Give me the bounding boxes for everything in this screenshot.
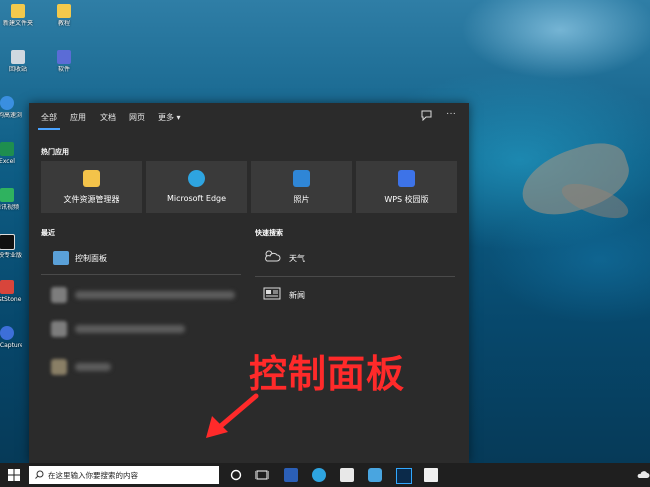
folder-icon xyxy=(57,4,71,18)
windows-start-icon[interactable] xyxy=(8,469,20,481)
divider xyxy=(255,276,455,277)
search-panel-tabs: 全部 应用 文档 网页 更多 ▾ ··· xyxy=(29,103,469,131)
tab-more[interactable]: 更多 ▾ xyxy=(158,112,181,123)
recent-title: 最近 xyxy=(41,229,55,237)
photos-icon xyxy=(293,170,310,187)
taskbar: 在这里输入你要搜索的内容 xyxy=(0,463,650,487)
recent-item-blurred[interactable] xyxy=(41,321,241,337)
weather-icon xyxy=(263,249,281,263)
weather-cloud-icon[interactable] xyxy=(636,469,650,479)
desktop-icon-tutorial[interactable]: 教程 xyxy=(44,4,84,28)
quick-search-label: 新闻 xyxy=(289,291,305,300)
top-app-label: 文件资源管理器 xyxy=(63,195,120,204)
active-tab-indicator xyxy=(38,128,60,130)
annotation-text: 控制面板 xyxy=(249,352,406,396)
desktop-icon-label: 软件 xyxy=(57,66,70,73)
desktop-icon-software[interactable]: 软件 xyxy=(44,50,84,74)
desktop-icon-label: Excel xyxy=(0,158,15,165)
recent-item-blurred[interactable] xyxy=(41,359,241,375)
feedback-icon[interactable] xyxy=(421,110,432,124)
taskbar-search-input[interactable]: 在这里输入你要搜索的内容 xyxy=(29,466,219,484)
desktop-icon-label: 回收站 xyxy=(8,66,27,73)
desktop-icon-label: EVCapture 快捷方式 xyxy=(0,342,22,349)
blurred-file-icon xyxy=(51,359,67,375)
divider xyxy=(41,274,241,275)
blurred-text xyxy=(75,291,235,299)
search-placeholder: 在这里输入你要搜索的内容 xyxy=(48,471,138,480)
top-app-microsoft-edge[interactable]: Microsoft Edge xyxy=(146,161,247,213)
desktop-icon-label: 教程 xyxy=(57,20,70,27)
folder-icon xyxy=(11,4,25,18)
annotation-arrow-icon xyxy=(206,393,259,438)
edge-icon xyxy=(188,170,205,187)
desktop-icon-tencent-video[interactable]: 腾讯视频 xyxy=(0,188,22,212)
tab-web[interactable]: 网页 xyxy=(129,112,145,123)
task-view-icon[interactable] xyxy=(255,468,269,482)
tab-documents[interactable]: 文档 xyxy=(100,112,116,123)
quick-search-news[interactable]: 新闻 xyxy=(255,282,455,308)
blurred-file-icon xyxy=(51,321,67,337)
recycle-bin-icon xyxy=(11,50,25,64)
ellipsis-icon[interactable]: ··· xyxy=(446,108,456,119)
search-icon xyxy=(35,470,44,481)
desktop-icon-label: 新建文件夹 xyxy=(2,20,33,27)
top-app-file-explorer[interactable]: 文件资源管理器 xyxy=(41,161,142,213)
top-apps-title: 热门应用 xyxy=(41,148,69,156)
desktop-icon-label: 搜狗高速浏览器 xyxy=(0,112,22,119)
store-icon[interactable] xyxy=(340,468,354,482)
app-icon[interactable] xyxy=(368,468,382,482)
news-icon xyxy=(263,287,281,301)
desktop-icon-new-folder[interactable]: 新建文件夹 xyxy=(0,4,38,28)
faststone-icon xyxy=(0,280,14,294)
desktop-icon-faststone[interactable]: FastStone Capture xyxy=(0,280,22,304)
notepad-icon[interactable] xyxy=(424,468,438,482)
quick-search-title: 快速搜索 xyxy=(255,229,283,237)
jianying-icon xyxy=(0,234,15,250)
blurred-text xyxy=(75,325,185,333)
control-panel-icon xyxy=(53,251,69,265)
sogou-browser-icon xyxy=(0,96,14,110)
desktop-icon-label: FastStone Capture xyxy=(0,296,22,303)
top-app-label: WPS 校园版 xyxy=(384,195,429,204)
tab-all[interactable]: 全部 xyxy=(41,112,57,123)
desktop-icon-label: 腾讯视频 xyxy=(0,204,19,211)
evcapture-icon xyxy=(0,326,14,340)
blurred-file-icon xyxy=(51,287,67,303)
desktop-icon-excel[interactable]: Excel xyxy=(0,142,22,166)
quick-search-label: 天气 xyxy=(289,254,305,263)
excel-icon xyxy=(0,142,14,156)
desktop-icon-jianying[interactable]: 剪映专业版 xyxy=(0,234,22,260)
software-icon xyxy=(57,50,71,64)
desktop-icon-label: 剪映专业版 xyxy=(0,252,22,259)
recent-item-blurred[interactable] xyxy=(41,287,241,303)
top-app-label: Microsoft Edge xyxy=(166,194,227,203)
cortana-icon[interactable] xyxy=(229,468,243,482)
wps-icon xyxy=(398,170,415,187)
blurred-text xyxy=(75,363,111,371)
file-explorer-icon xyxy=(83,170,100,187)
top-app-label: 照片 xyxy=(293,195,310,204)
top-app-wps[interactable]: WPS 校园版 xyxy=(356,161,457,213)
desktop-icon-sogou-browser[interactable]: 搜狗高速浏览器 xyxy=(0,96,22,120)
photoshop-icon[interactable] xyxy=(396,468,412,484)
word-icon[interactable] xyxy=(284,468,298,482)
desktop-icon-evcapture[interactable]: EVCapture 快捷方式 xyxy=(0,326,22,350)
edge-icon[interactable] xyxy=(312,468,326,482)
recent-item-label: 控制面板 xyxy=(75,254,107,263)
tencent-video-icon xyxy=(0,188,14,202)
top-app-photos[interactable]: 照片 xyxy=(251,161,352,213)
recent-item-control-panel[interactable]: 控制面板 xyxy=(41,245,241,271)
tab-apps[interactable]: 应用 xyxy=(70,112,86,123)
quick-search-weather[interactable]: 天气 xyxy=(255,245,455,271)
desktop-icon-recycle-bin[interactable]: 回收站 xyxy=(0,50,38,74)
